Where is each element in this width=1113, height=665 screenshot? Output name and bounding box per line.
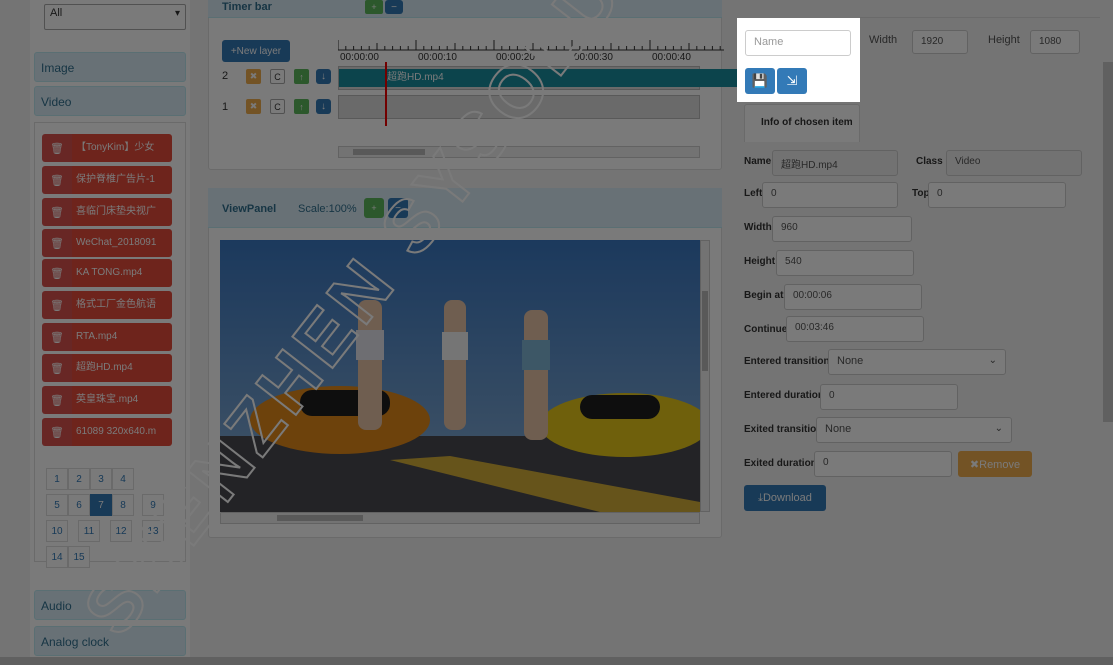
project-name-placeholder: Name — [754, 36, 784, 48]
watermark: SHENZHEN SYSOLUTION TECH — [66, 0, 918, 651]
save-toolbar-highlight: Name 💾 ⇲ — [737, 18, 860, 102]
project-name-input[interactable]: Name — [745, 30, 851, 56]
save-icon[interactable]: 💾 — [745, 68, 775, 94]
save-as-icon[interactable]: ⇲ — [777, 68, 807, 94]
